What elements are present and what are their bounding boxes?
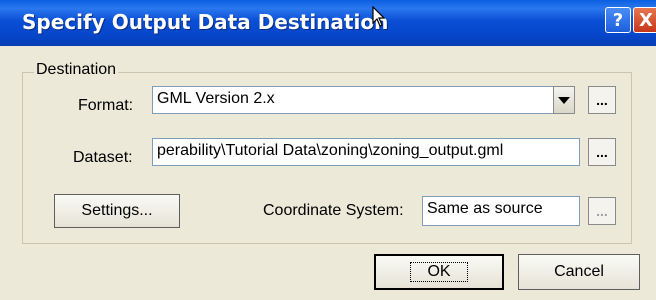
coordinate-browse-button[interactable]: ...: [588, 197, 616, 225]
format-label: Format:: [78, 97, 134, 114]
close-button[interactable]: X: [633, 7, 656, 33]
ok-button[interactable]: OK: [374, 254, 504, 290]
close-icon: X: [639, 9, 653, 31]
dataset-input[interactable]: perability\Tutorial Data\zoning\zoning_o…: [152, 138, 580, 166]
help-button[interactable]: ?: [605, 7, 631, 33]
cancel-button[interactable]: Cancel: [518, 254, 640, 290]
dataset-browse-button[interactable]: ...: [588, 138, 616, 166]
ok-label: OK: [410, 262, 468, 282]
dataset-label: Dataset:: [73, 149, 133, 166]
coordinate-system-label: Coordinate System:: [263, 202, 404, 219]
dialog-title: Specify Output Data Destination: [22, 10, 389, 34]
format-browse-label: ...: [596, 92, 608, 108]
coordinate-browse-label: ...: [596, 203, 608, 219]
dialog-window: Specify Output Data Destination ? X Dest…: [0, 0, 656, 300]
help-icon: ?: [612, 9, 624, 31]
format-dropdown-button[interactable]: [553, 86, 575, 114]
destination-legend: Destination: [34, 61, 119, 79]
title-bar[interactable]: Specify Output Data Destination ? X: [0, 0, 656, 46]
format-browse-button[interactable]: ...: [588, 86, 616, 114]
mouse-pointer-icon: [372, 6, 386, 27]
dataset-browse-label: ...: [596, 144, 608, 160]
format-value: GML Version 2.x: [157, 90, 275, 107]
coordinate-system-input[interactable]: Same as source: [422, 196, 580, 226]
format-select[interactable]: GML Version 2.x: [152, 86, 575, 114]
chevron-down-icon: [558, 96, 570, 104]
cancel-label: Cancel: [554, 263, 604, 280]
settings-button[interactable]: Settings...: [54, 194, 180, 228]
settings-label: Settings...: [81, 202, 153, 219]
coordinate-system-value: Same as source: [427, 200, 543, 217]
dataset-value: perability\Tutorial Data\zoning\zoning_o…: [157, 142, 504, 159]
